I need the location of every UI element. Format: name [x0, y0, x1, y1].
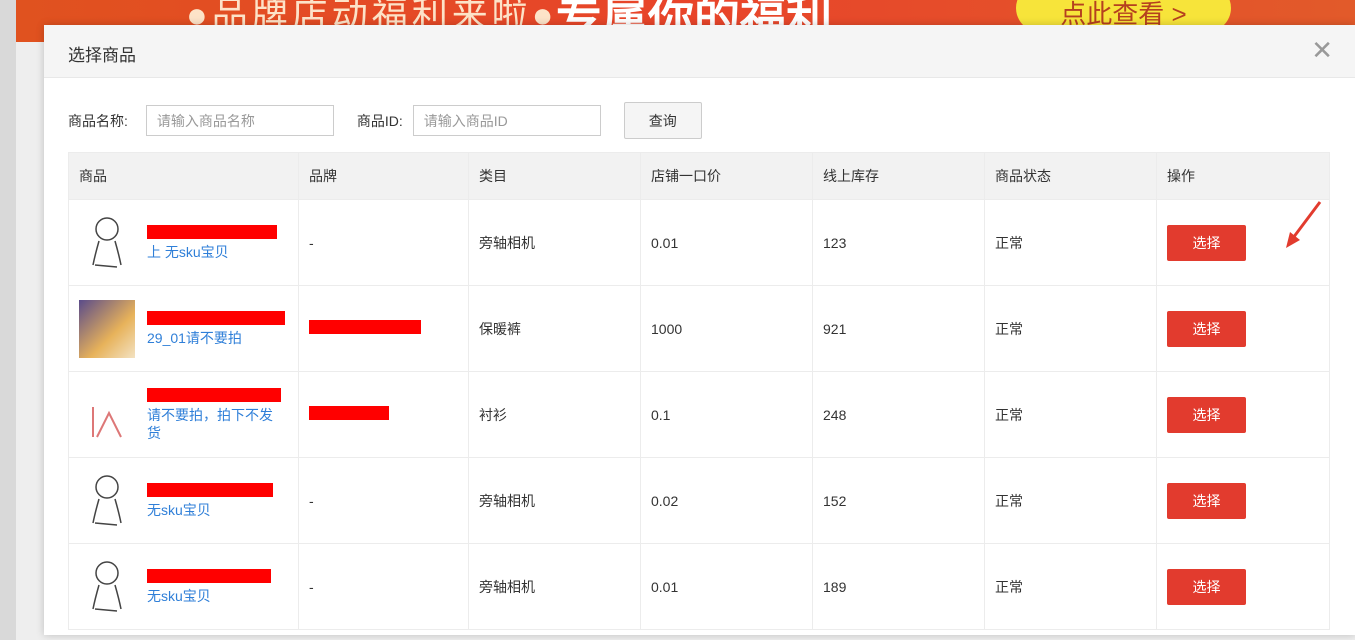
- stock-cell: 189: [813, 544, 985, 630]
- redaction: [147, 225, 277, 239]
- product-name-text: 无sku宝贝: [147, 588, 211, 604]
- brand-cell: -: [299, 200, 469, 286]
- col-action: 操作: [1157, 153, 1330, 200]
- product-cell: 请不要拍，拍下不发货: [69, 372, 299, 458]
- select-button[interactable]: 选择: [1167, 311, 1246, 347]
- stock-cell: 921: [813, 286, 985, 372]
- brand-cell: [299, 286, 469, 372]
- col-brand: 品牌: [299, 153, 469, 200]
- product-cell: 无sku宝贝: [69, 458, 299, 544]
- close-icon[interactable]: ✕: [1311, 35, 1333, 66]
- product-thumbnail: [79, 386, 135, 444]
- redaction: [309, 406, 389, 420]
- col-price: 店铺一口价: [641, 153, 813, 200]
- redaction: [147, 569, 271, 583]
- product-name-text: 请不要拍，拍下不发货: [147, 407, 273, 441]
- stock-cell: 152: [813, 458, 985, 544]
- redaction: [147, 483, 273, 497]
- product-name-text: 29_01请不要拍: [147, 330, 242, 346]
- modal-title: 选择商品: [68, 41, 136, 66]
- brand-cell: [299, 372, 469, 458]
- product-name-text: 无sku宝贝: [147, 502, 211, 518]
- category-cell: 旁轴相机: [469, 200, 641, 286]
- filter-bar: 商品名称: 商品ID: 查询: [68, 102, 702, 139]
- product-thumbnail: [79, 300, 135, 358]
- category-cell: 旁轴相机: [469, 458, 641, 544]
- table-row: 无sku宝贝 - 旁轴相机 0.01 189 正常 选择: [69, 544, 1330, 630]
- status-cell: 正常: [985, 544, 1157, 630]
- select-button[interactable]: 选择: [1167, 569, 1246, 605]
- select-button[interactable]: 选择: [1167, 397, 1246, 433]
- product-name-link[interactable]: 上 无sku宝贝: [147, 225, 282, 261]
- stock-cell: 248: [813, 372, 985, 458]
- id-label: 商品ID:: [357, 111, 403, 131]
- table-row: 请不要拍，拍下不发货 衬衫 0.1 248 正常 选择: [69, 372, 1330, 458]
- product-cell: 无sku宝贝: [69, 544, 299, 630]
- product-thumbnail: [79, 558, 135, 616]
- select-button[interactable]: 选择: [1167, 483, 1246, 519]
- col-product: 商品: [69, 153, 299, 200]
- table-row: 29_01请不要拍 保暖裤 1000 921 正常 选择: [69, 286, 1330, 372]
- category-cell: 保暖裤: [469, 286, 641, 372]
- action-cell: 选择: [1157, 286, 1330, 372]
- modal-header: 选择商品 ✕: [44, 25, 1355, 78]
- product-table: 商品 品牌 类目 店铺一口价 线上库存 商品状态 操作 上 无sku宝贝 - 旁…: [68, 152, 1330, 630]
- product-name-link[interactable]: 无sku宝贝: [147, 483, 282, 519]
- name-label: 商品名称:: [68, 111, 128, 131]
- brand-text: -: [309, 235, 314, 251]
- select-button[interactable]: 选择: [1167, 225, 1246, 261]
- product-name-link[interactable]: 29_01请不要拍: [147, 311, 282, 347]
- redaction: [147, 311, 285, 325]
- status-cell: 正常: [985, 200, 1157, 286]
- product-thumbnail: [79, 472, 135, 530]
- product-name-link[interactable]: 请不要拍，拍下不发货: [147, 388, 282, 442]
- price-cell: 0.02: [641, 458, 813, 544]
- table-row: 上 无sku宝贝 - 旁轴相机 0.01 123 正常 选择: [69, 200, 1330, 286]
- product-id-input[interactable]: [413, 105, 601, 136]
- price-cell: 0.01: [641, 200, 813, 286]
- col-stock: 线上库存: [813, 153, 985, 200]
- category-cell: 衬衫: [469, 372, 641, 458]
- annotation-arrow-icon: [1284, 200, 1334, 260]
- action-cell: 选择: [1157, 458, 1330, 544]
- action-cell: 选择: [1157, 544, 1330, 630]
- col-status: 商品状态: [985, 153, 1157, 200]
- brand-cell: -: [299, 544, 469, 630]
- price-cell: 1000: [641, 286, 813, 372]
- category-cell: 旁轴相机: [469, 544, 641, 630]
- product-name-link[interactable]: 无sku宝贝: [147, 569, 282, 605]
- status-cell: 正常: [985, 286, 1157, 372]
- status-cell: 正常: [985, 458, 1157, 544]
- redaction: [309, 320, 421, 334]
- table-row: 无sku宝贝 - 旁轴相机 0.02 152 正常 选择: [69, 458, 1330, 544]
- product-thumbnail: [79, 214, 135, 272]
- stock-cell: 123: [813, 200, 985, 286]
- brand-text: -: [309, 493, 314, 509]
- brand-text: -: [309, 579, 314, 595]
- redaction: [147, 388, 281, 402]
- price-cell: 0.01: [641, 544, 813, 630]
- product-name-input[interactable]: [146, 105, 334, 136]
- product-name-text: 上 无sku宝贝: [147, 244, 229, 260]
- col-category: 类目: [469, 153, 641, 200]
- query-button[interactable]: 查询: [624, 102, 702, 139]
- product-cell: 上 无sku宝贝: [69, 200, 299, 286]
- product-cell: 29_01请不要拍: [69, 286, 299, 372]
- status-cell: 正常: [985, 372, 1157, 458]
- price-cell: 0.1: [641, 372, 813, 458]
- select-product-modal: 选择商品 ✕ 商品名称: 商品ID: 查询 商品 品牌 类目 店铺一口价 线上库…: [44, 25, 1355, 635]
- action-cell: 选择: [1157, 372, 1330, 458]
- brand-cell: -: [299, 458, 469, 544]
